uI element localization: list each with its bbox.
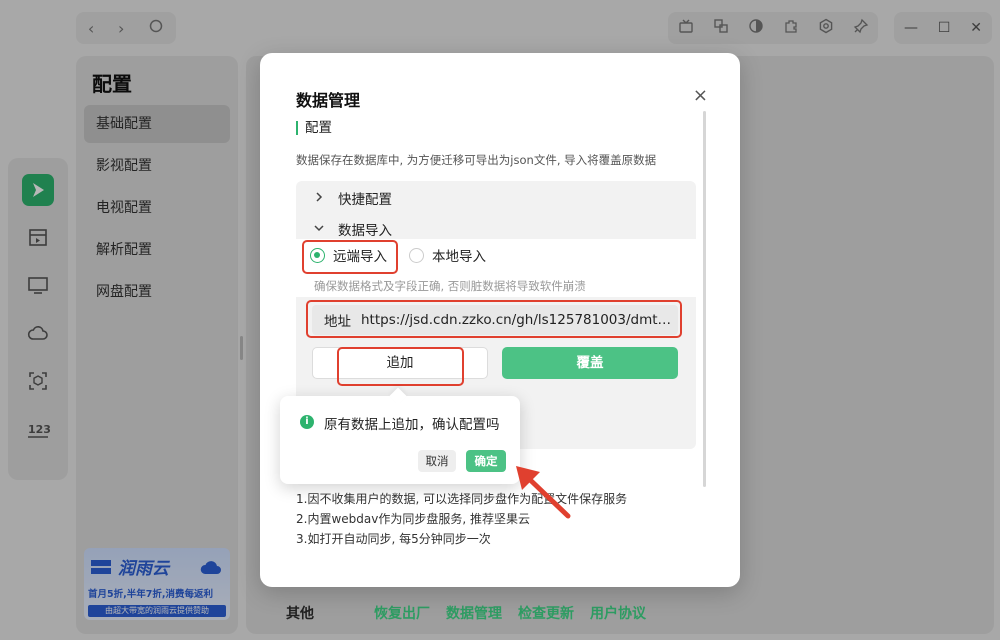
chevron-down-icon [314,222,330,236]
sync-notes: 1.因不收集用户的数据, 可以选择同步盘作为配置文件保存服务 2.内置webda… [296,489,627,549]
collapse-data-import[interactable]: 数据导入 [314,219,392,239]
close-icon[interactable]: × [693,87,708,105]
radio-local-dot[interactable] [409,247,424,263]
import-warning: 确保数据格式及字段正确, 否则脏数据将导致软件崩溃 [314,279,586,293]
confirm-message: 原有数据上追加，确认配置吗 [324,417,500,433]
radio-remote-dot[interactable] [310,247,325,263]
cover-button[interactable]: 覆盖 [502,347,678,379]
data-management-dialog: 数据管理 × 配置 数据保存在数据库中, 为方便迁移可导出为json文件, 导入… [260,53,740,587]
append-button[interactable]: 追加 [312,347,488,379]
other-settings-row: 其他 恢复出厂 数据管理 检查更新 用户协议 [286,603,662,623]
radio-local-label: 本地导入 [432,249,486,265]
factory-reset-link[interactable]: 恢复出厂 [374,603,430,623]
chevron-right-icon [314,191,330,205]
user-agreement-link[interactable]: 用户协议 [590,603,646,623]
collapse-quick-config[interactable]: 快捷配置 [314,188,392,208]
section-description: 数据保存在数据库中, 为方便迁移可导出为json文件, 导入将覆盖原数据 [296,153,657,167]
dialog-scrollbar[interactable] [703,111,706,487]
address-value[interactable]: https://jsd.cdn.zzko.cn/gh/ls125781003/d… [361,312,677,328]
other-label: 其他 [286,606,314,622]
note-line: 3.如打开自动同步, 每5分钟同步一次 [296,532,491,546]
address-label: 地址 [324,314,351,330]
info-icon: i [300,415,314,429]
check-update-link[interactable]: 检查更新 [518,603,574,623]
confirm-ok-button[interactable]: 确定 [466,450,506,472]
note-line: 1.因不收集用户的数据, 可以选择同步盘作为配置文件保存服务 [296,492,628,506]
collapse-quick-label: 快捷配置 [338,192,392,208]
dialog-title: 数据管理 [296,91,361,110]
note-line: 2.内置webdav作为同步盘服务, 推荐坚果云 [296,512,530,526]
collapse-import-label: 数据导入 [338,223,392,239]
append-confirm-popover: i 原有数据上追加，确认配置吗 取消 确定 [280,396,520,484]
radio-local-import[interactable]: 本地导入 [409,245,486,265]
confirm-cancel-button[interactable]: 取消 [418,450,456,472]
data-management-link[interactable]: 数据管理 [446,603,502,623]
section-label: 配置 [296,121,332,135]
address-input[interactable]: 地址 https://jsd.cdn.zzko.cn/gh/ls12578100… [312,305,678,335]
radio-remote-import[interactable]: 远端导入 [310,245,387,265]
radio-remote-label: 远端导入 [333,249,387,265]
import-source-radios: 远端导入 本地导入 [310,245,508,265]
